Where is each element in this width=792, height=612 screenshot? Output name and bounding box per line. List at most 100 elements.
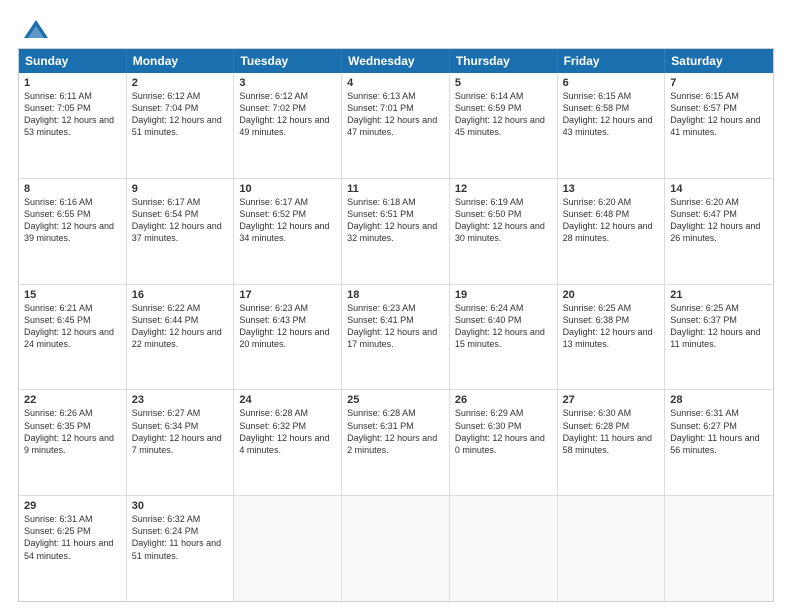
day-number-28: 28 [670,394,768,406]
day-number-27: 27 [563,394,660,406]
cal-cell-2-2: 17Sunrise: 6:23 AM Sunset: 6:43 PM Dayli… [234,285,342,390]
day-number-8: 8 [24,183,121,195]
cell-info-13: Sunrise: 6:20 AM Sunset: 6:48 PM Dayligh… [563,196,660,245]
day-number-19: 19 [455,289,552,301]
day-number-10: 10 [239,183,336,195]
cell-info-11: Sunrise: 6:18 AM Sunset: 6:51 PM Dayligh… [347,196,444,245]
cell-info-16: Sunrise: 6:22 AM Sunset: 6:44 PM Dayligh… [132,302,229,351]
cell-info-9: Sunrise: 6:17 AM Sunset: 6:54 PM Dayligh… [132,196,229,245]
cell-info-3: Sunrise: 6:12 AM Sunset: 7:02 PM Dayligh… [239,90,336,139]
cell-info-18: Sunrise: 6:23 AM Sunset: 6:41 PM Dayligh… [347,302,444,351]
cal-cell-0-0: 1Sunrise: 6:11 AM Sunset: 7:05 PM Daylig… [19,73,127,178]
cal-cell-4-0: 29Sunrise: 6:31 AM Sunset: 6:25 PM Dayli… [19,496,127,601]
day-number-3: 3 [239,77,336,89]
calendar-row-3: 22Sunrise: 6:26 AM Sunset: 6:35 PM Dayli… [19,389,773,495]
cell-info-5: Sunrise: 6:14 AM Sunset: 6:59 PM Dayligh… [455,90,552,139]
cal-cell-2-3: 18Sunrise: 6:23 AM Sunset: 6:41 PM Dayli… [342,285,450,390]
cal-cell-3-1: 23Sunrise: 6:27 AM Sunset: 6:34 PM Dayli… [127,390,235,495]
cell-info-29: Sunrise: 6:31 AM Sunset: 6:25 PM Dayligh… [24,513,121,562]
cell-info-17: Sunrise: 6:23 AM Sunset: 6:43 PM Dayligh… [239,302,336,351]
day-number-24: 24 [239,394,336,406]
day-number-14: 14 [670,183,768,195]
header-tuesday: Tuesday [234,49,342,73]
day-number-21: 21 [670,289,768,301]
cal-cell-2-5: 20Sunrise: 6:25 AM Sunset: 6:38 PM Dayli… [558,285,666,390]
cell-info-27: Sunrise: 6:30 AM Sunset: 6:28 PM Dayligh… [563,407,660,456]
cal-cell-0-3: 4Sunrise: 6:13 AM Sunset: 7:01 PM Daylig… [342,73,450,178]
cell-info-19: Sunrise: 6:24 AM Sunset: 6:40 PM Dayligh… [455,302,552,351]
cell-info-22: Sunrise: 6:26 AM Sunset: 6:35 PM Dayligh… [24,407,121,456]
cell-info-30: Sunrise: 6:32 AM Sunset: 6:24 PM Dayligh… [132,513,229,562]
cal-cell-2-1: 16Sunrise: 6:22 AM Sunset: 6:44 PM Dayli… [127,285,235,390]
day-number-25: 25 [347,394,444,406]
header-monday: Monday [127,49,235,73]
calendar-page: Sunday Monday Tuesday Wednesday Thursday… [0,0,792,612]
calendar-row-1: 8Sunrise: 6:16 AM Sunset: 6:55 PM Daylig… [19,178,773,284]
cell-info-28: Sunrise: 6:31 AM Sunset: 6:27 PM Dayligh… [670,407,768,456]
day-number-12: 12 [455,183,552,195]
header [18,18,774,38]
day-number-1: 1 [24,77,121,89]
cal-cell-0-1: 2Sunrise: 6:12 AM Sunset: 7:04 PM Daylig… [127,73,235,178]
cal-cell-3-4: 26Sunrise: 6:29 AM Sunset: 6:30 PM Dayli… [450,390,558,495]
cal-cell-1-3: 11Sunrise: 6:18 AM Sunset: 6:51 PM Dayli… [342,179,450,284]
day-number-26: 26 [455,394,552,406]
cell-info-20: Sunrise: 6:25 AM Sunset: 6:38 PM Dayligh… [563,302,660,351]
day-number-5: 5 [455,77,552,89]
day-number-20: 20 [563,289,660,301]
cal-cell-3-0: 22Sunrise: 6:26 AM Sunset: 6:35 PM Dayli… [19,390,127,495]
cal-cell-1-4: 12Sunrise: 6:19 AM Sunset: 6:50 PM Dayli… [450,179,558,284]
cal-cell-3-3: 25Sunrise: 6:28 AM Sunset: 6:31 PM Dayli… [342,390,450,495]
cell-info-12: Sunrise: 6:19 AM Sunset: 6:50 PM Dayligh… [455,196,552,245]
cell-info-4: Sunrise: 6:13 AM Sunset: 7:01 PM Dayligh… [347,90,444,139]
calendar-row-4: 29Sunrise: 6:31 AM Sunset: 6:25 PM Dayli… [19,495,773,601]
header-sunday: Sunday [19,49,127,73]
header-friday: Friday [558,49,666,73]
cell-info-26: Sunrise: 6:29 AM Sunset: 6:30 PM Dayligh… [455,407,552,456]
cal-cell-2-4: 19Sunrise: 6:24 AM Sunset: 6:40 PM Dayli… [450,285,558,390]
cell-info-25: Sunrise: 6:28 AM Sunset: 6:31 PM Dayligh… [347,407,444,456]
calendar-header: Sunday Monday Tuesday Wednesday Thursday… [19,49,773,73]
cell-info-23: Sunrise: 6:27 AM Sunset: 6:34 PM Dayligh… [132,407,229,456]
day-number-29: 29 [24,500,121,512]
cell-info-6: Sunrise: 6:15 AM Sunset: 6:58 PM Dayligh… [563,90,660,139]
cell-info-7: Sunrise: 6:15 AM Sunset: 6:57 PM Dayligh… [670,90,768,139]
logo-icon [22,18,50,46]
day-number-23: 23 [132,394,229,406]
day-number-22: 22 [24,394,121,406]
cal-cell-2-6: 21Sunrise: 6:25 AM Sunset: 6:37 PM Dayli… [665,285,773,390]
cal-cell-0-6: 7Sunrise: 6:15 AM Sunset: 6:57 PM Daylig… [665,73,773,178]
cal-cell-0-4: 5Sunrise: 6:14 AM Sunset: 6:59 PM Daylig… [450,73,558,178]
cell-info-1: Sunrise: 6:11 AM Sunset: 7:05 PM Dayligh… [24,90,121,139]
header-wednesday: Wednesday [342,49,450,73]
cal-cell-4-1: 30Sunrise: 6:32 AM Sunset: 6:24 PM Dayli… [127,496,235,601]
cell-info-14: Sunrise: 6:20 AM Sunset: 6:47 PM Dayligh… [670,196,768,245]
calendar-row-0: 1Sunrise: 6:11 AM Sunset: 7:05 PM Daylig… [19,73,773,178]
cal-cell-1-6: 14Sunrise: 6:20 AM Sunset: 6:47 PM Dayli… [665,179,773,284]
logo [18,18,50,38]
cal-cell-1-5: 13Sunrise: 6:20 AM Sunset: 6:48 PM Dayli… [558,179,666,284]
day-number-30: 30 [132,500,229,512]
cal-cell-1-0: 8Sunrise: 6:16 AM Sunset: 6:55 PM Daylig… [19,179,127,284]
cal-cell-0-5: 6Sunrise: 6:15 AM Sunset: 6:58 PM Daylig… [558,73,666,178]
header-thursday: Thursday [450,49,558,73]
calendar-body: 1Sunrise: 6:11 AM Sunset: 7:05 PM Daylig… [19,73,773,601]
day-number-11: 11 [347,183,444,195]
header-saturday: Saturday [665,49,773,73]
cell-info-15: Sunrise: 6:21 AM Sunset: 6:45 PM Dayligh… [24,302,121,351]
cal-cell-4-6 [665,496,773,601]
calendar-row-2: 15Sunrise: 6:21 AM Sunset: 6:45 PM Dayli… [19,284,773,390]
day-number-15: 15 [24,289,121,301]
cell-info-21: Sunrise: 6:25 AM Sunset: 6:37 PM Dayligh… [670,302,768,351]
cal-cell-1-1: 9Sunrise: 6:17 AM Sunset: 6:54 PM Daylig… [127,179,235,284]
day-number-2: 2 [132,77,229,89]
cal-cell-4-2 [234,496,342,601]
day-number-4: 4 [347,77,444,89]
day-number-9: 9 [132,183,229,195]
cal-cell-2-0: 15Sunrise: 6:21 AM Sunset: 6:45 PM Dayli… [19,285,127,390]
cal-cell-3-6: 28Sunrise: 6:31 AM Sunset: 6:27 PM Dayli… [665,390,773,495]
cal-cell-0-2: 3Sunrise: 6:12 AM Sunset: 7:02 PM Daylig… [234,73,342,178]
cell-info-2: Sunrise: 6:12 AM Sunset: 7:04 PM Dayligh… [132,90,229,139]
cal-cell-4-4 [450,496,558,601]
cal-cell-3-2: 24Sunrise: 6:28 AM Sunset: 6:32 PM Dayli… [234,390,342,495]
